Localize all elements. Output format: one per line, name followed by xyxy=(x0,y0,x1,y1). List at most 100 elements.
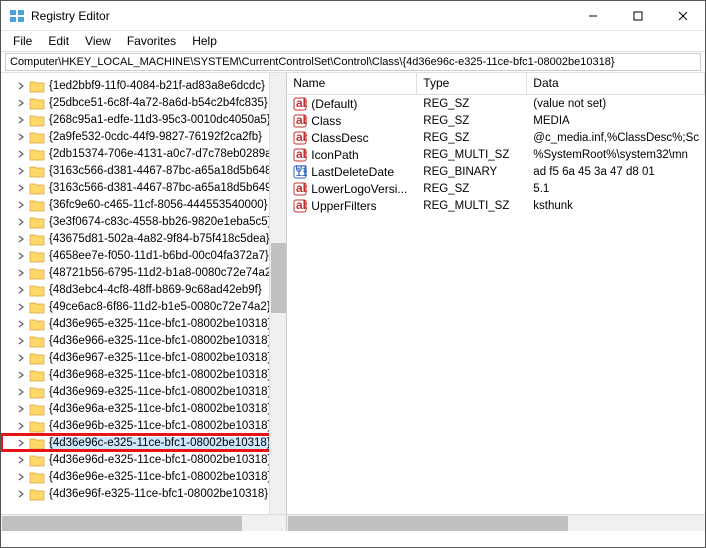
chevron-right-icon[interactable] xyxy=(15,267,27,279)
menu-help[interactable]: Help xyxy=(184,32,225,50)
tree-node[interactable]: {4d36e96e-e325-11ce-bfc1-08002be10318} xyxy=(1,468,286,485)
tree-node[interactable]: {4d36e969-e325-11ce-bfc1-08002be10318} xyxy=(1,383,286,400)
value-data: ksthunk xyxy=(527,200,705,212)
chevron-right-icon[interactable] xyxy=(15,148,27,160)
tree-view[interactable]: {1ed2bbf9-11f0-4084-b21f-ad83a8e6dcdc}{2… xyxy=(1,73,286,514)
chevron-right-icon[interactable] xyxy=(15,403,27,415)
value-row[interactable]: ClassREG_SZMEDIA xyxy=(287,112,705,129)
minimize-button[interactable] xyxy=(570,2,615,30)
value-row[interactable]: ClassDescREG_SZ@c_media.inf,%ClassDesc%;… xyxy=(287,129,705,146)
tree-node-label: {3e3f0674-c83c-4558-bb26-9820e1eba5c5} xyxy=(49,216,272,228)
tree-node-label: {3163c566-d381-4467-87bc-a65a18d5b649} xyxy=(49,182,275,194)
tree-node[interactable]: {3163c566-d381-4467-87bc-a65a18d5b648} xyxy=(1,162,286,179)
chevron-right-icon[interactable] xyxy=(15,165,27,177)
tree-node[interactable]: {25dbce51-6c8f-4a72-8a6d-b54c2b4fc835} xyxy=(1,94,286,111)
folder-icon xyxy=(29,113,45,127)
folder-icon xyxy=(29,317,45,331)
tree-node-label: {48721b56-6795-11d2-b1a8-0080c72e74a2} xyxy=(49,267,275,279)
maximize-button[interactable] xyxy=(615,2,660,30)
tree-node[interactable]: {4d36e965-e325-11ce-bfc1-08002be10318} xyxy=(1,315,286,332)
chevron-right-icon[interactable] xyxy=(15,437,27,449)
chevron-right-icon[interactable] xyxy=(15,216,27,228)
chevron-right-icon[interactable] xyxy=(15,114,27,126)
tree-node[interactable]: {48721b56-6795-11d2-b1a8-0080c72e74a2} xyxy=(1,264,286,281)
chevron-right-icon[interactable] xyxy=(15,301,27,313)
tree-node-label: {4d36e96b-e325-11ce-bfc1-08002be10318} xyxy=(49,420,271,432)
chevron-right-icon[interactable] xyxy=(15,318,27,330)
tree-node[interactable]: {4d36e966-e325-11ce-bfc1-08002be10318} xyxy=(1,332,286,349)
list-header: Name Type Data xyxy=(287,73,705,95)
tree-node[interactable]: {48d3ebc4-4cf8-48ff-b869-9c68ad42eb9f} xyxy=(1,281,286,298)
column-type[interactable]: Type xyxy=(417,73,527,94)
tree-node[interactable]: {49ce6ac8-6f86-11d2-b1e5-0080c72e74a2} xyxy=(1,298,286,315)
tree-node-label: {4d36e967-e325-11ce-bfc1-08002be10318} xyxy=(49,352,271,364)
tree-node[interactable]: {2a9fe532-0cdc-44f9-9827-76192f2ca2fb} xyxy=(1,128,286,145)
folder-icon xyxy=(29,470,45,484)
tree-node[interactable]: {3163c566-d381-4467-87bc-a65a18d5b649} xyxy=(1,179,286,196)
tree-node[interactable]: {268c95a1-edfe-11d3-95c3-0010dc4050a5} xyxy=(1,111,286,128)
menu-favorites[interactable]: Favorites xyxy=(119,32,184,50)
tree-node-label: {2a9fe532-0cdc-44f9-9827-76192f2ca2fb} xyxy=(49,131,262,143)
tree-node[interactable]: {4d36e96c-e325-11ce-bfc1-08002be10318} xyxy=(1,434,286,451)
tree-node[interactable]: {4d36e96d-e325-11ce-bfc1-08002be10318} xyxy=(1,451,286,468)
value-row[interactable]: UpperFiltersREG_MULTI_SZksthunk xyxy=(287,197,705,214)
chevron-right-icon[interactable] xyxy=(15,199,27,211)
tree-node[interactable]: {4d36e968-e325-11ce-bfc1-08002be10318} xyxy=(1,366,286,383)
chevron-right-icon[interactable] xyxy=(15,233,27,245)
folder-icon xyxy=(29,368,45,382)
chevron-right-icon[interactable] xyxy=(15,454,27,466)
tree-node[interactable]: {4d36e96f-e325-11ce-bfc1-08002be10318} xyxy=(1,485,286,502)
value-name: ClassDesc xyxy=(311,131,368,145)
tree-node[interactable]: {4d36e96b-e325-11ce-bfc1-08002be10318} xyxy=(1,417,286,434)
menu-edit[interactable]: Edit xyxy=(40,32,77,50)
chevron-right-icon[interactable] xyxy=(15,97,27,109)
chevron-right-icon[interactable] xyxy=(15,80,27,92)
value-type: REG_SZ xyxy=(417,98,527,110)
folder-icon xyxy=(29,249,45,263)
list-scrollbar-horizontal[interactable] xyxy=(287,514,705,531)
value-data: MEDIA xyxy=(527,115,705,127)
menu-bar: File Edit View Favorites Help xyxy=(1,31,705,51)
value-row[interactable]: (Default)REG_SZ(value not set) xyxy=(287,95,705,112)
tree-scrollbar-horizontal[interactable] xyxy=(1,514,286,531)
chevron-right-icon[interactable] xyxy=(15,369,27,381)
value-row[interactable]: LowerLogoVersi...REG_SZ5.1 xyxy=(287,180,705,197)
menu-view[interactable]: View xyxy=(77,32,119,50)
value-row[interactable]: IconPathREG_MULTI_SZ%SystemRoot%\system3… xyxy=(287,146,705,163)
tree-scrollbar-vertical[interactable] xyxy=(269,73,286,514)
chevron-right-icon[interactable] xyxy=(15,284,27,296)
column-name[interactable]: Name xyxy=(287,73,417,94)
value-name: LastDeleteDate xyxy=(311,165,394,179)
tree-node[interactable]: {1ed2bbf9-11f0-4084-b21f-ad83a8e6dcdc} xyxy=(1,77,286,94)
chevron-right-icon[interactable] xyxy=(15,250,27,262)
value-row[interactable]: LastDeleteDateREG_BINARYad f5 6a 45 3a 4… xyxy=(287,163,705,180)
tree-node-label: {4d36e96f-e325-11ce-bfc1-08002be10318} xyxy=(49,488,268,500)
folder-icon xyxy=(29,351,45,365)
chevron-right-icon[interactable] xyxy=(15,131,27,143)
chevron-right-icon[interactable] xyxy=(15,352,27,364)
close-button[interactable] xyxy=(660,2,705,30)
tree-node[interactable]: {4658ee7e-f050-11d1-b6bd-00c04fa372a7} xyxy=(1,247,286,264)
chevron-right-icon[interactable] xyxy=(15,335,27,347)
folder-icon xyxy=(29,300,45,314)
menu-file[interactable]: File xyxy=(5,32,40,50)
tree-node[interactable]: {3e3f0674-c83c-4558-bb26-9820e1eba5c5} xyxy=(1,213,286,230)
tree-node[interactable]: {4d36e96a-e325-11ce-bfc1-08002be10318} xyxy=(1,400,286,417)
chevron-right-icon[interactable] xyxy=(15,471,27,483)
value-list[interactable]: (Default)REG_SZ(value not set)ClassREG_S… xyxy=(287,95,705,514)
folder-icon xyxy=(29,334,45,348)
folder-icon xyxy=(29,232,45,246)
address-input[interactable] xyxy=(5,53,701,71)
tree-node[interactable]: {43675d81-502a-4a82-9f84-b75f418c5dea} xyxy=(1,230,286,247)
column-data[interactable]: Data xyxy=(527,73,705,94)
value-data: @c_media.inf,%ClassDesc%;Sc xyxy=(527,132,705,144)
tree-node[interactable]: {36fc9e60-c465-11cf-8056-444553540000} xyxy=(1,196,286,213)
tree-node[interactable]: {4d36e967-e325-11ce-bfc1-08002be10318} xyxy=(1,349,286,366)
tree-node[interactable]: {2db15374-706e-4131-a0c7-d7c78eb0289a} xyxy=(1,145,286,162)
chevron-right-icon[interactable] xyxy=(15,386,27,398)
tree-node-label: {268c95a1-edfe-11d3-95c3-0010dc4050a5} xyxy=(49,114,271,126)
chevron-right-icon[interactable] xyxy=(15,182,27,194)
tree-node-label: {4d36e96e-e325-11ce-bfc1-08002be10318} xyxy=(49,471,271,483)
chevron-right-icon[interactable] xyxy=(15,488,27,500)
chevron-right-icon[interactable] xyxy=(15,420,27,432)
